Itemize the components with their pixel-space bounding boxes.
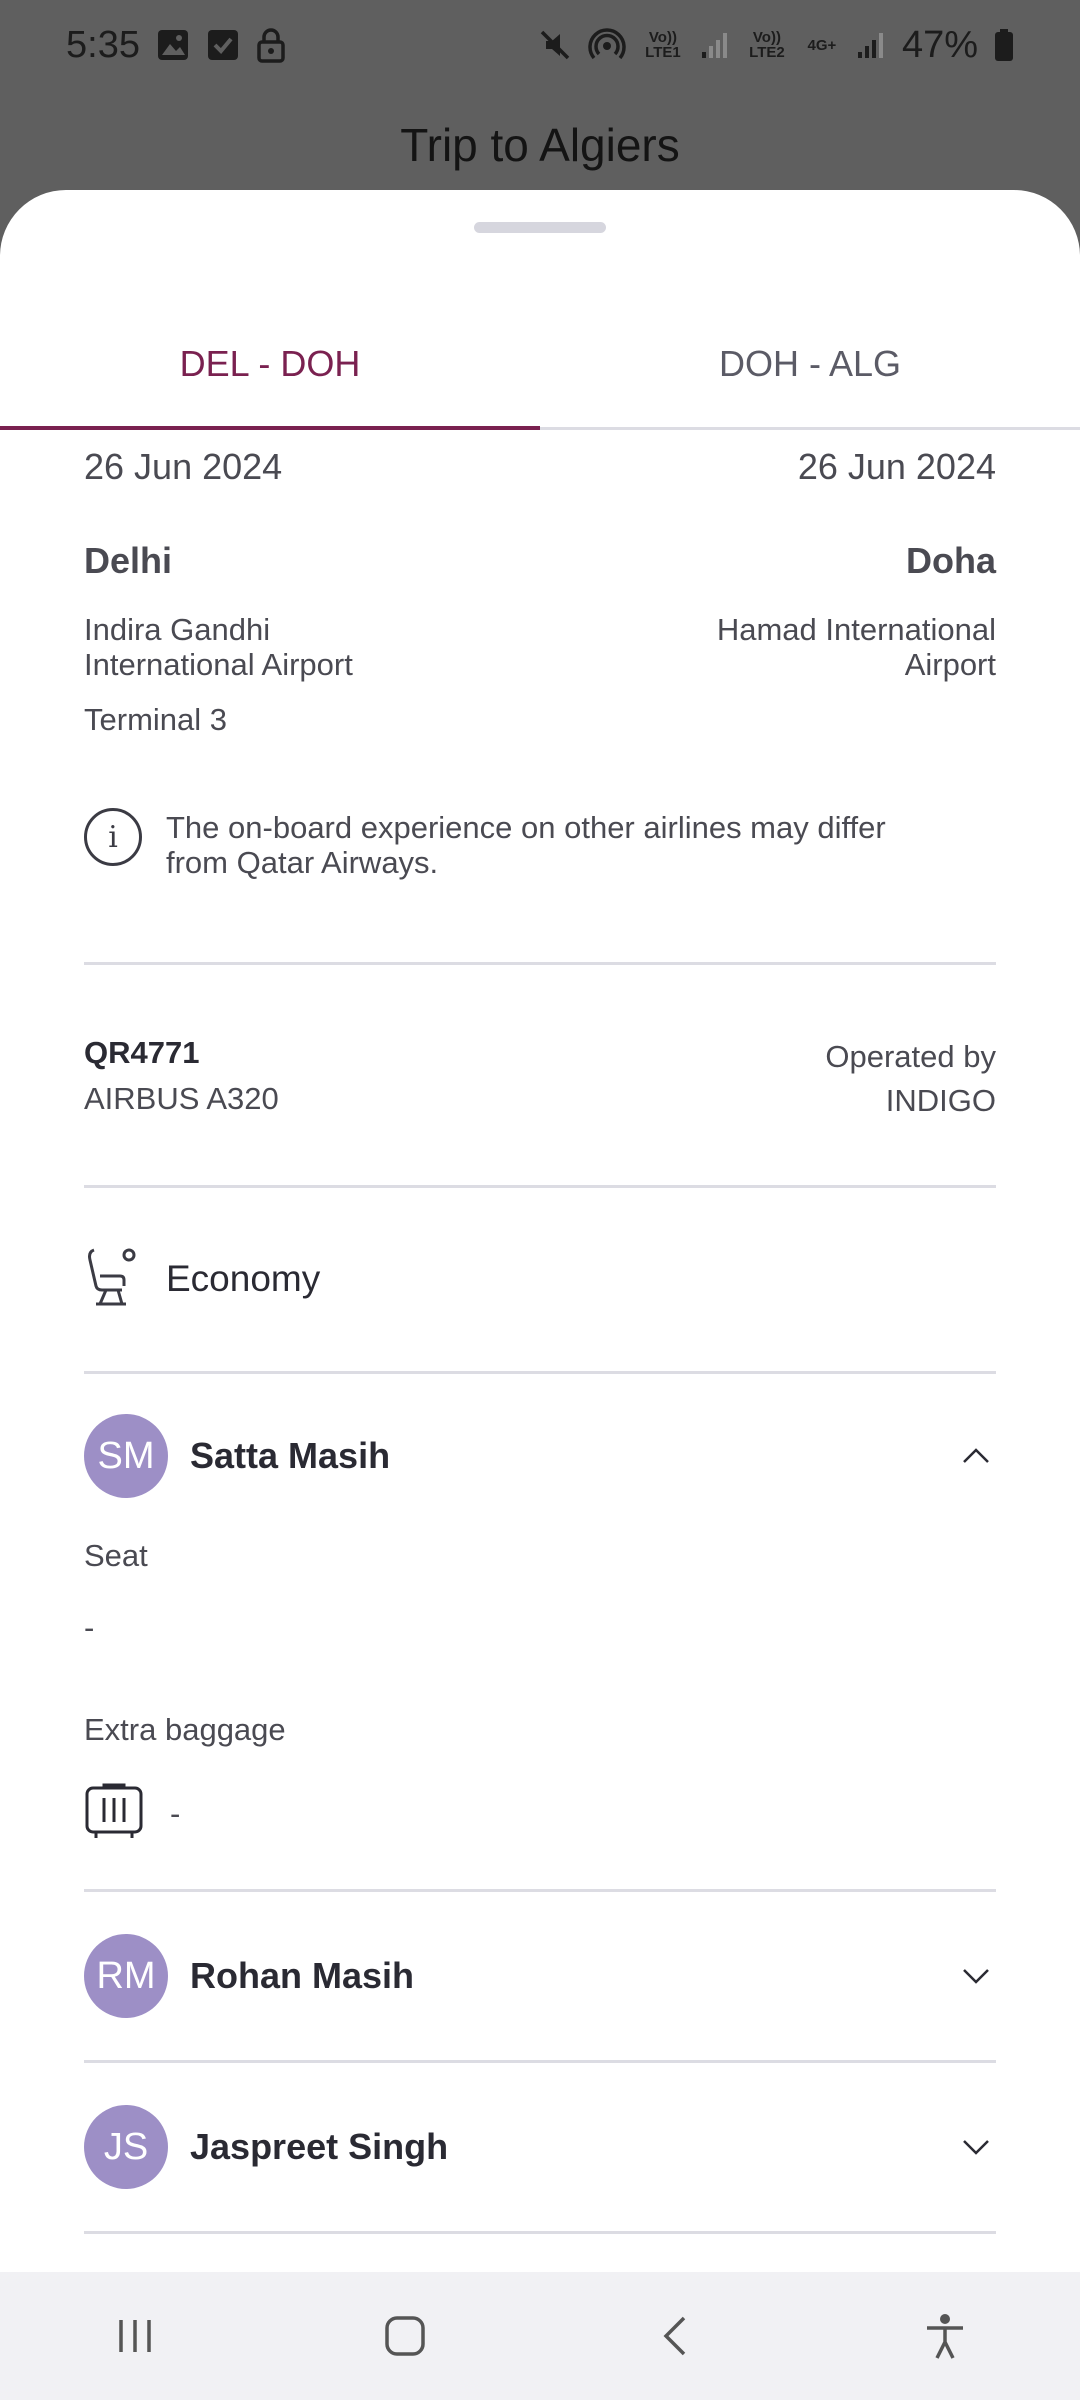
seat-value: - <box>84 1610 95 1645</box>
mute-icon <box>538 28 572 62</box>
segment-tabs: DEL - DOH DOH - ALG <box>0 300 1080 430</box>
flight-details-sheet: DEL - DOH DOH - ALG 26 Jun 2024 26 Jun 2… <box>0 190 1080 2272</box>
extra-baggage-value: - <box>170 1795 181 1831</box>
tab-del-doh[interactable]: DEL - DOH <box>0 300 540 430</box>
recent-apps-icon[interactable] <box>90 2291 180 2381</box>
tab-doh-alg[interactable]: DOH - ALG <box>540 300 1080 427</box>
departure-date: 26 Jun 2024 <box>84 446 283 487</box>
arrival-airport-line2: Airport <box>904 647 996 682</box>
image-icon <box>156 28 190 62</box>
passenger-header[interactable]: RM Rohan Masih <box>84 1892 996 2060</box>
departure-airport-line2: International Airport <box>84 647 353 682</box>
seat-label: Seat <box>84 1538 148 1573</box>
avatar: JS <box>84 2105 168 2189</box>
departure-airport-line1: Indira Gandhi <box>84 612 271 647</box>
chevron-up-icon[interactable] <box>956 1436 996 1476</box>
airline-notice: i The on-board experience on other airli… <box>84 808 996 880</box>
passenger-header[interactable]: JS Jaspreet Singh <box>84 2063 996 2231</box>
aircraft-type: AIRBUS A320 <box>84 1081 279 1116</box>
avatar: RM <box>84 1934 168 2018</box>
departure-city: Delhi <box>84 540 173 581</box>
battery-icon <box>994 28 1014 62</box>
passenger-name: Satta Masih <box>190 1435 391 1476</box>
checkbox-icon <box>206 28 240 62</box>
info-icon: i <box>84 808 142 866</box>
status-time: 5:35 <box>66 23 140 66</box>
back-icon[interactable] <box>630 2291 720 2381</box>
flight-number: QR4771 <box>84 1035 200 1070</box>
flight-info: QR4771 AIRBUS A320 Operated by INDIGO <box>84 965 996 1185</box>
page-title: Trip to Algiers <box>400 119 680 171</box>
divider <box>84 2231 996 2234</box>
battery-percent: 47% <box>901 23 978 66</box>
sheet-drag-handle[interactable] <box>474 222 606 233</box>
system-navigation-bar <box>0 2272 1080 2400</box>
segment-content: 26 Jun 2024 26 Jun 2024 Delhi Doha Indir… <box>84 430 996 2234</box>
operator-name: INDIGO <box>885 1083 996 1118</box>
home-icon[interactable] <box>360 2291 450 2381</box>
cabin-label: Economy <box>166 1257 321 1299</box>
arrival-airport: Hamad International Airport <box>717 612 996 682</box>
passenger-header[interactable]: SM Satta Masih <box>84 1374 996 1538</box>
extra-baggage-label: Extra baggage <box>84 1712 286 1747</box>
status-bar: 5:35 Vo)) LTE1 Vo)) LTE2 4G+ 47% <box>0 0 1080 90</box>
volte1-icon: Vo)) LTE1 <box>645 29 681 61</box>
chevron-down-icon[interactable] <box>956 1956 996 1996</box>
arrival-airport-line1: Hamad International <box>716 612 996 647</box>
lock-icon <box>256 27 286 63</box>
operated-by-label: Operated by <box>825 1039 996 1074</box>
signal1-icon <box>700 30 730 60</box>
extra-baggage-row: - <box>84 1782 996 1845</box>
hotspot-icon <box>588 26 626 64</box>
departure-airport: Indira Gandhi International Airport <box>84 612 353 682</box>
passenger-name: Jaspreet Singh <box>190 2126 449 2167</box>
operated-by: Operated by INDIGO <box>825 1035 996 1123</box>
chevron-down-icon[interactable] <box>956 2127 996 2167</box>
notice-line2: from Qatar Airways. <box>166 845 439 880</box>
notice-line1: The on-board experience on other airline… <box>166 810 886 845</box>
accessibility-icon[interactable] <box>900 2291 990 2381</box>
notice-text: The on-board experience on other airline… <box>166 810 886 880</box>
passenger-details: Seat - Extra baggage - <box>84 1538 996 1889</box>
departure-terminal: Terminal 3 <box>84 702 227 737</box>
passenger-name: Rohan Masih <box>190 1955 415 1996</box>
arrival-date: 26 Jun 2024 <box>797 446 996 487</box>
luggage-icon <box>84 1782 144 1845</box>
signal2-icon <box>856 30 886 60</box>
cabin-class: Economy <box>84 1188 996 1371</box>
volte2-icon: Vo)) LTE2 <box>749 29 785 61</box>
4g-icon: 4G+ <box>807 36 837 54</box>
arrival-city: Doha <box>906 540 996 581</box>
seat-icon <box>84 1246 142 1311</box>
avatar: SM <box>84 1414 168 1498</box>
